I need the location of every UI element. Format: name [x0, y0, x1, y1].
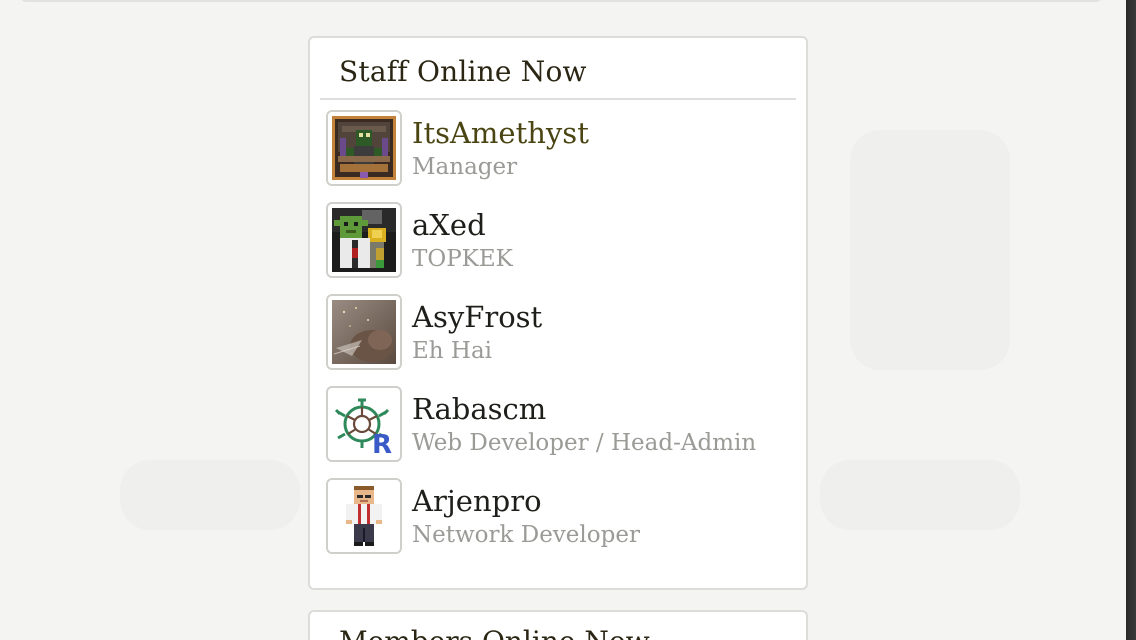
- staff-online-widget: Staff Online Now ItsAmethyst Manager aXe…: [308, 36, 808, 590]
- staff-list-item: AsyFrost Eh Hai: [326, 294, 806, 386]
- svg-text:R: R: [372, 430, 392, 456]
- avatar-link[interactable]: [326, 294, 402, 370]
- member-role: Web Developer / Head-Admin: [412, 430, 757, 456]
- avatar-link[interactable]: [326, 202, 402, 278]
- member-role: Eh Hai: [412, 338, 493, 364]
- background-decoration: [850, 130, 1010, 370]
- member-role: TOPKEK: [412, 246, 513, 272]
- staff-list-item: aXed TOPKEK: [326, 202, 806, 294]
- member-role: Network Developer: [412, 522, 640, 548]
- widget-title: Members Online Now: [310, 612, 806, 640]
- avatar-link[interactable]: R: [326, 386, 402, 462]
- member-name-link[interactable]: ItsAmethyst: [412, 114, 589, 152]
- member-name-link[interactable]: Arjenpro: [412, 482, 542, 520]
- avatar-link[interactable]: [326, 110, 402, 186]
- minecraft-character-avatar-icon: [332, 484, 396, 548]
- member-role: Manager: [412, 154, 518, 180]
- widget-title: Staff Online Now: [339, 55, 587, 88]
- turtle-logo-avatar-icon: R: [332, 392, 396, 456]
- member-name-link[interactable]: aXed: [412, 206, 486, 244]
- background-decoration: [820, 460, 1020, 530]
- window-edge: [1126, 0, 1136, 640]
- avatar-link[interactable]: [326, 478, 402, 554]
- members-online-widget: Members Online Now: [308, 610, 808, 640]
- member-name-link[interactable]: Rabascm: [412, 390, 546, 428]
- member-name-link[interactable]: AsyFrost: [412, 298, 542, 336]
- minecraft-skin-avatar-icon: [332, 116, 396, 180]
- staff-list: ItsAmethyst Manager aXed TOPKEK AsyFrost…: [310, 100, 806, 570]
- staff-list-item: Arjenpro Network Developer: [326, 478, 806, 570]
- staff-list-item: R Rabascm Web Developer / Head-Admin: [326, 386, 806, 478]
- top-panel-edge: [20, 0, 1102, 2]
- background-decoration: [120, 460, 300, 530]
- goblin-avatar-icon: [332, 208, 396, 272]
- staff-list-item: ItsAmethyst Manager: [326, 110, 806, 202]
- page: Staff Online Now ItsAmethyst Manager aXe…: [0, 0, 1136, 640]
- cat-photo-avatar-icon: [332, 300, 396, 364]
